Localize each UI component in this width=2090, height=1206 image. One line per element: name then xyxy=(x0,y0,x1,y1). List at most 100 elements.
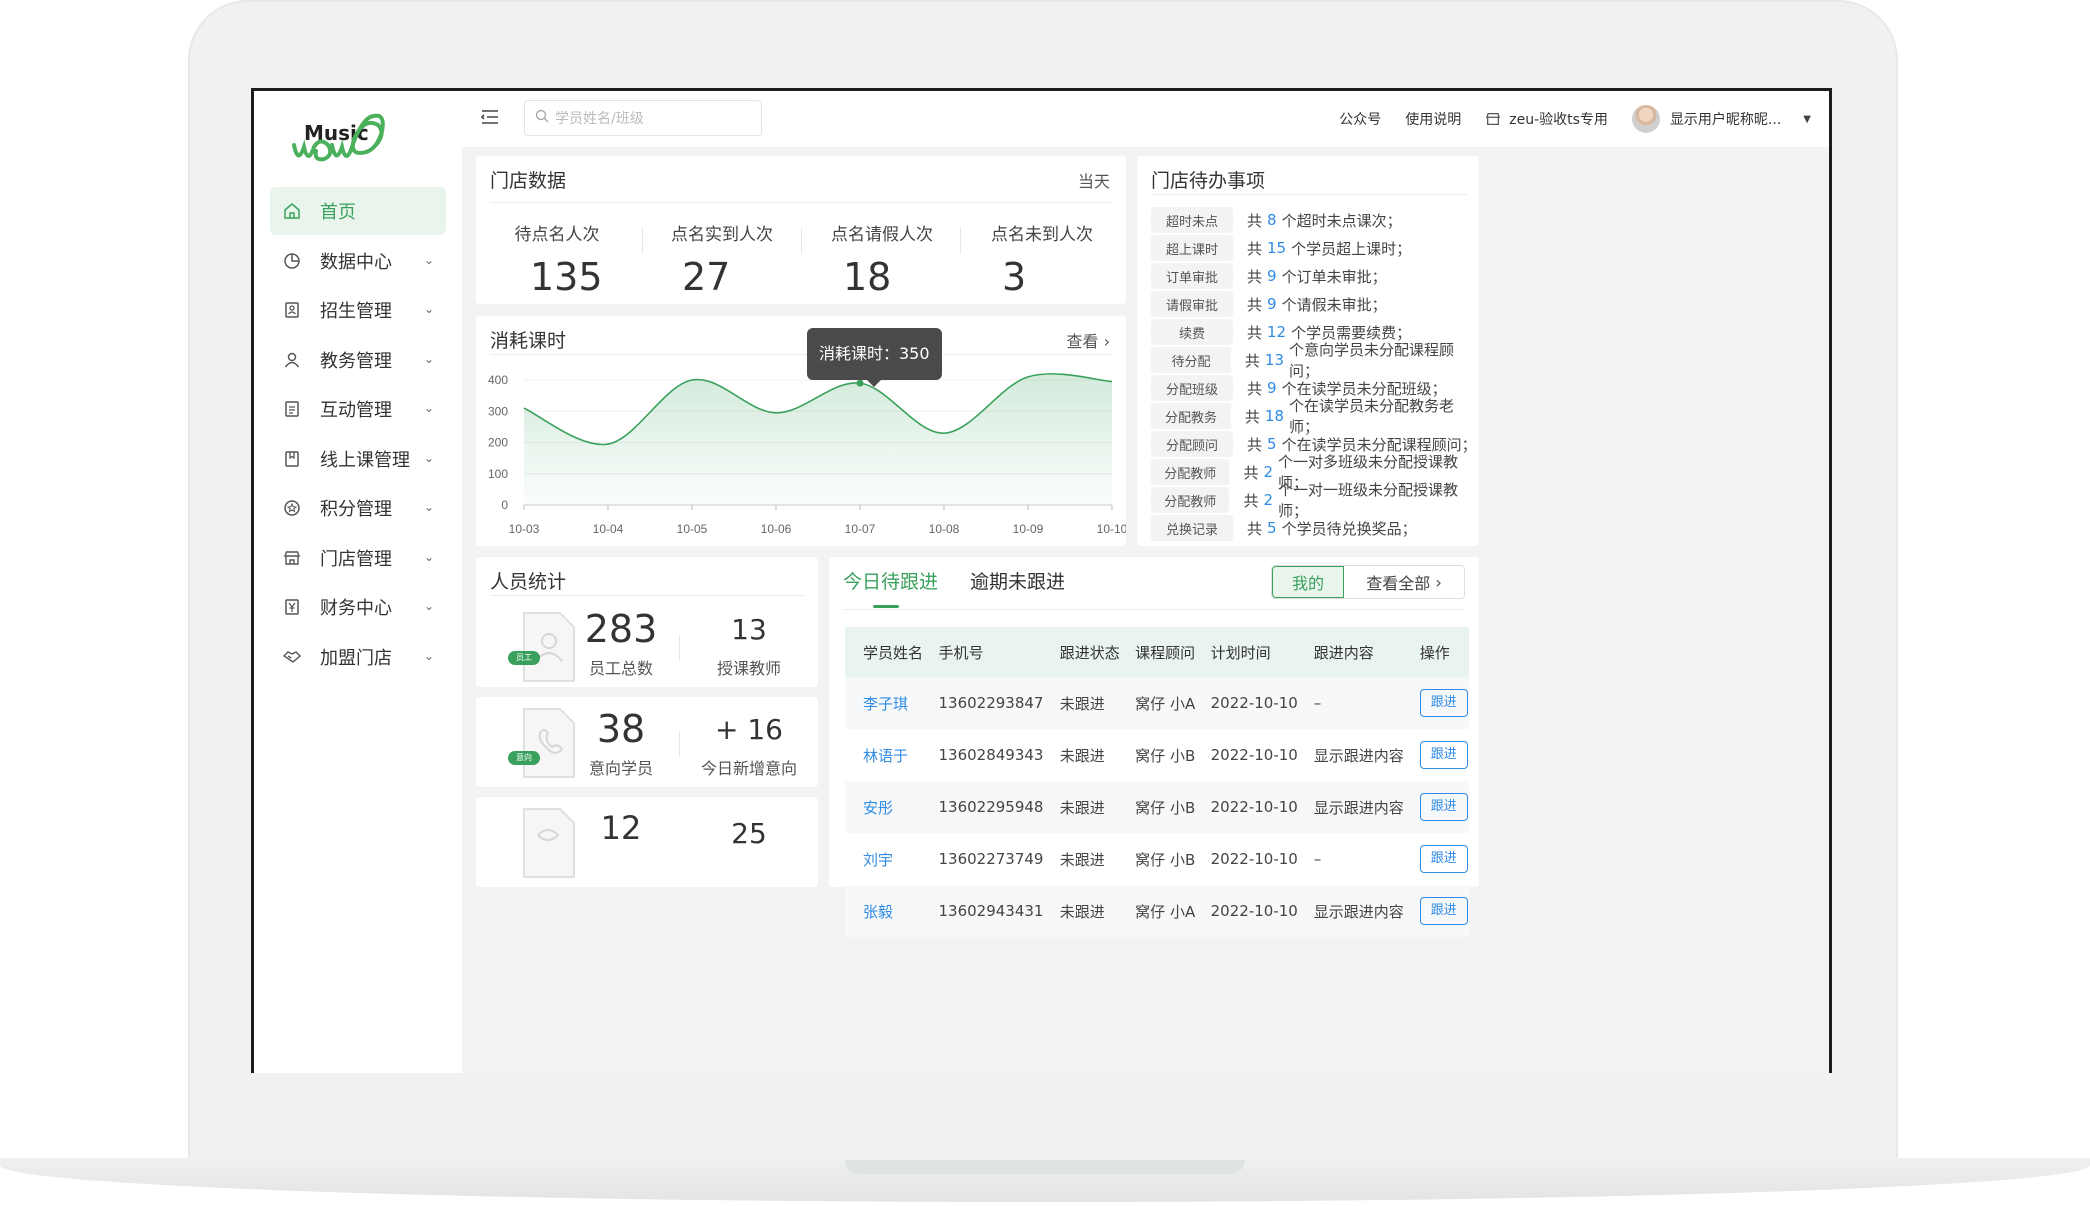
store-icon xyxy=(282,548,302,568)
stat-label: 待点名人次 xyxy=(514,225,600,245)
todo-prefix: 共 xyxy=(1247,211,1263,230)
followup-button[interactable]: 跟进 xyxy=(1419,897,1468,925)
search-placeholder: 学员姓名/班级 xyxy=(555,111,644,127)
followup-button[interactable]: 跟进 xyxy=(1419,845,1468,873)
sidebar-item-label: 加盟门店 xyxy=(320,647,392,669)
todo-item[interactable]: 分配教师共 2 个一对一班级未分配授课教师； xyxy=(1151,481,1479,520)
cell-advisor: 窝仔 小B xyxy=(1135,850,1196,869)
todo-item[interactable]: 超时未点共 8 个超时未点课次； xyxy=(1151,206,1402,234)
sidebar-item-label: 积分管理 xyxy=(320,499,392,520)
todo-item[interactable]: 待分配共 13 个意向学员未分配课程顾问； xyxy=(1151,341,1479,380)
user-icon xyxy=(282,350,302,370)
cell-op: 跟进 xyxy=(1405,885,1469,937)
view-all-button[interactable]: 查看全部 › xyxy=(1344,566,1464,598)
column-header: 计划时间 xyxy=(1196,627,1300,677)
todo-tag: 超上课时 xyxy=(1151,235,1233,261)
sidebar-item-franchise[interactable]: 加盟门店 ⌄ xyxy=(270,633,446,681)
y-tick-label: 0 xyxy=(501,498,508,512)
x-tick-label: 10-05 xyxy=(677,522,708,536)
x-tick-label: 10-03 xyxy=(509,522,540,536)
cell-name[interactable]: 安彤 xyxy=(845,781,925,833)
card-divider xyxy=(490,595,804,596)
followup-button[interactable]: 跟进 xyxy=(1419,793,1468,821)
official-account-link[interactable]: 公众号 xyxy=(1339,109,1381,129)
stat-value: 18 xyxy=(843,255,892,299)
sidebar-item-interaction[interactable]: 互动管理 ⌄ xyxy=(270,385,446,433)
chevron-down-icon: ⌄ xyxy=(423,401,434,415)
cell-advisor: 窝仔 小B xyxy=(1121,781,1197,833)
chevron-down-icon: ⌄ xyxy=(423,648,434,663)
brand-logo[interactable]: Music xyxy=(284,101,414,181)
table-row: 林语于 13602849343 未跟进 窝仔 小B 2022-10-10 显示跟进内容 跟进 xyxy=(845,729,1469,781)
followup-tabs: 今日待跟进 逾期未跟进 xyxy=(843,567,1097,608)
followup-button[interactable]: 跟进 xyxy=(1419,741,1468,769)
menu-collapse-icon[interactable] xyxy=(480,107,504,129)
cell-content: 显示跟进内容 xyxy=(1299,885,1406,937)
todo-tag: 待分配 xyxy=(1151,347,1231,373)
tab-overdue[interactable]: 逾期未跟进 xyxy=(970,567,1065,608)
sidebar-item-store[interactable]: 门店管理 ⌄ xyxy=(270,534,446,582)
todo-count: 13 xyxy=(1264,351,1284,369)
sidebar-item-home[interactable]: 首页 xyxy=(270,187,446,235)
handshake-icon xyxy=(282,647,302,667)
sidebar-item-label: 招生管理 xyxy=(320,301,392,322)
todo-text: 个超时未点课次； xyxy=(1281,211,1402,230)
filter-mine-button[interactable]: 我的 xyxy=(1272,566,1344,598)
store-switcher[interactable]: zeu-验收ts专用 xyxy=(1485,109,1608,129)
sidebar-item-academic[interactable]: 教务管理 ⌄ xyxy=(270,336,446,384)
teacher-count-label: 授课教师 xyxy=(716,659,781,678)
followup-filter: 我的 查看全部 › xyxy=(1271,565,1465,599)
user-menu[interactable]: 显示用户昵称昵... ▼ xyxy=(1631,105,1811,133)
sidebar-item-label: 数据中心 xyxy=(320,251,392,273)
x-tick-label: 10-10 xyxy=(1097,522,1126,536)
todo-tag: 分配教师 xyxy=(1151,487,1230,513)
sidebar-item-finance[interactable]: 财务中心 ⌄ xyxy=(270,583,446,631)
cell-date: 2022-10-10 xyxy=(1196,781,1300,833)
stat-label: 点名未到人次 xyxy=(991,225,1093,245)
cell-content: 显示跟进内容 xyxy=(1299,781,1406,833)
todo-item[interactable]: 分配教务共 18 个在读学员未分配教务老师； xyxy=(1151,397,1479,436)
todo-count: 5 xyxy=(1267,435,1277,453)
tab-today[interactable]: 今日待跟进 xyxy=(843,567,938,608)
cell-name[interactable]: 林语于 xyxy=(845,729,925,781)
todo-count: 18 xyxy=(1264,407,1284,425)
cell-name[interactable]: 李子琪 xyxy=(845,677,925,729)
sidebar-item-data-center[interactable]: 数据中心 ⌄ xyxy=(270,237,446,285)
series-area xyxy=(524,373,1112,505)
sidebar-item-points[interactable]: 积分管理 ⌄ xyxy=(270,484,446,532)
todo-tag: 兑换记录 xyxy=(1151,515,1233,541)
consumption-card: 消耗课时 查看 › 0 100 200 300 400 10-03 10-04 10-05 10… xyxy=(476,316,1126,546)
cell-op: 跟进 xyxy=(1405,677,1469,729)
todo-prefix: 共 xyxy=(1247,239,1263,258)
period-selector[interactable]: 当天 xyxy=(1078,168,1110,192)
top-header: 学员姓名/班级 公众号 使用说明 zeu-验收ts专用 显示用户昵称昵... ▼ xyxy=(462,91,1829,147)
followup-card: 今日待跟进 逾期未跟进 我的 查看全部 › 学员姓名 手机号 跟进状态 课程顾问 计划时… xyxy=(829,557,1479,937)
cell-op: 跟进 xyxy=(1405,781,1469,833)
followup-button[interactable]: 跟进 xyxy=(1419,689,1468,717)
star-badge-icon xyxy=(282,498,302,518)
stat-absent: 点名未到人次 3 xyxy=(962,220,1122,299)
cell-date: 2022-10-10 xyxy=(1210,850,1298,868)
todo-text: 个订单未审批； xyxy=(1281,267,1387,286)
sidebar-item-online-course[interactable]: 线上课管理 ⌄ xyxy=(270,435,446,483)
todo-item[interactable]: 超上课时共 15 个学员超上课时； xyxy=(1151,234,1411,262)
todo-prefix: 共 xyxy=(1247,519,1263,538)
intent-badge: 意向 xyxy=(508,751,540,765)
column-header: 跟进内容 xyxy=(1299,627,1406,677)
cell-op: 跟进 xyxy=(1406,833,1469,885)
data-point[interactable] xyxy=(856,379,864,387)
cell-phone: 13602273749 xyxy=(938,850,1044,868)
sidebar-item-enrollment[interactable]: 招生管理 ⌄ xyxy=(270,286,446,334)
header-right: 公众号 使用说明 zeu-验收ts专用 显示用户昵称昵... ▼ xyxy=(1315,91,1811,147)
staff-total: 283 xyxy=(584,607,658,651)
todo-tag: 请假审批 xyxy=(1151,291,1233,317)
search-input[interactable]: 学员姓名/班级 xyxy=(524,100,762,136)
todo-item[interactable]: 订单审批共 9 个订单未审批； xyxy=(1151,262,1387,290)
cell-name[interactable]: 刘宇 xyxy=(845,833,925,885)
todo-tag: 分配教师 xyxy=(1151,459,1230,485)
todo-item[interactable]: 请假审批共 9 个请假未审批； xyxy=(1151,290,1387,318)
todo-item[interactable]: 兑换记录共 5 个学员待兑换奖品； xyxy=(1151,514,1417,542)
help-link[interactable]: 使用说明 xyxy=(1405,109,1461,129)
cell-name[interactable]: 张毅 xyxy=(845,885,925,937)
sidebar-item-label: 线上课管理 xyxy=(320,449,410,471)
